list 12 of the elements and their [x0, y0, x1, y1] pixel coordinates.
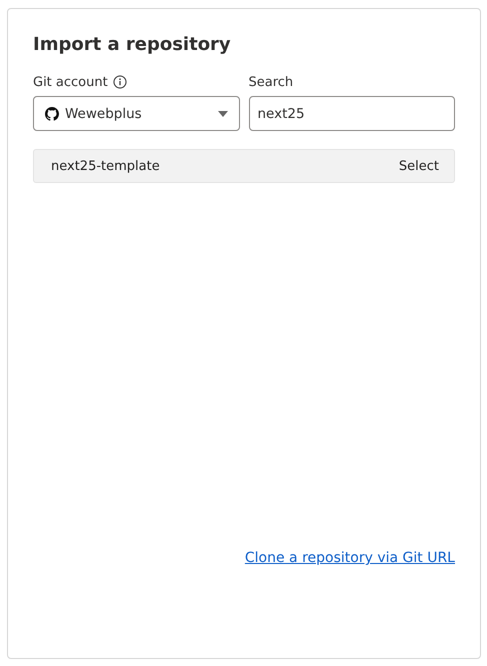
- field-label: Git account: [33, 74, 108, 90]
- field-label: Search: [248, 74, 294, 90]
- repository-name: next25-template: [51, 158, 160, 174]
- dialog-title: Import a repository: [33, 34, 232, 55]
- clone-link[interactable]: Clone a repository via Git URL: [244, 550, 455, 566]
- github-icon: [45, 106, 59, 120]
- info-icon: [112, 75, 127, 89]
- select-button[interactable]: Select: [388, 154, 449, 178]
- caret-icon: [218, 110, 228, 116]
- dropdown-value: Wewebplus: [65, 106, 143, 122]
- account-dropdown[interactable]: Wewebplus: [33, 96, 240, 131]
- search-field[interactable]: next25: [248, 96, 455, 131]
